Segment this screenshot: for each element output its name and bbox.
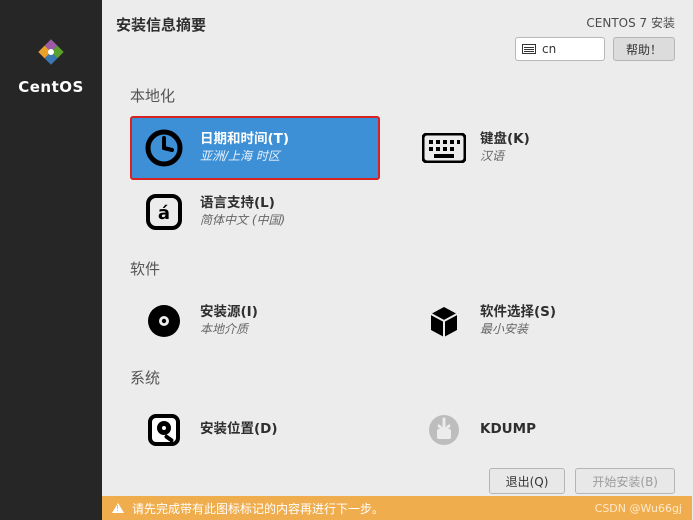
distro-name: CentOS bbox=[18, 78, 84, 96]
spoke-title: 语言支持(L) bbox=[200, 195, 285, 213]
kdump-icon bbox=[422, 408, 466, 452]
clock-icon bbox=[142, 126, 186, 170]
distro-logo: CentOS bbox=[18, 30, 84, 96]
keyboard-icon bbox=[422, 126, 466, 170]
spoke-kdump[interactable]: KDUMP bbox=[410, 398, 660, 462]
topbar: 安装信息摘要 CENTOS 7 安装 cn 帮助！ bbox=[102, 0, 693, 65]
spoke-status: 亚洲/上海 时区 bbox=[200, 149, 289, 165]
spoke-keyboard[interactable]: 键盘(K) 汉语 bbox=[410, 116, 660, 180]
watermark: CSDN @Wu66gj bbox=[595, 502, 682, 515]
spoke-title: KDUMP bbox=[480, 421, 536, 439]
spoke-title: 安装位置(D) bbox=[200, 421, 278, 439]
spoke-software-selection[interactable]: 软件选择(S) 最小安装 bbox=[410, 289, 660, 353]
section-heading-localization: 本地化 bbox=[130, 85, 669, 106]
spoke-install-source[interactable]: 安装源(I) 本地介质 bbox=[130, 289, 380, 353]
warning-bar: 请先完成带有此图标标记的内容再进行下一步。 CSDN @Wu66gj bbox=[102, 496, 692, 520]
page-title: 安装信息摘要 bbox=[116, 14, 206, 35]
spoke-status: 最小安装 bbox=[480, 322, 556, 338]
quit-button[interactable]: 退出(Q) bbox=[489, 468, 566, 494]
section-heading-system: 系统 bbox=[130, 367, 669, 388]
sidebar: CentOS bbox=[0, 0, 102, 520]
begin-install-button[interactable]: 开始安装(B) bbox=[575, 468, 675, 494]
content-area: 本地化 日期和时间(T) 亚洲/上海 时区 键盘(K) bbox=[102, 65, 693, 462]
help-button[interactable]: 帮助！ bbox=[613, 37, 675, 61]
warning-text: 请先完成带有此图标标记的内容再进行下一步。 bbox=[132, 500, 384, 517]
disc-icon bbox=[142, 299, 186, 343]
section-heading-software: 软件 bbox=[130, 258, 669, 279]
keyboard-mini-icon bbox=[522, 44, 536, 54]
keyboard-layout-selector[interactable]: cn bbox=[515, 37, 605, 61]
svg-text:á: á bbox=[158, 203, 170, 224]
spoke-title: 软件选择(S) bbox=[480, 304, 556, 322]
package-icon bbox=[422, 299, 466, 343]
spoke-install-destination[interactable]: 安装位置(D) bbox=[130, 398, 380, 462]
centos-logo-icon bbox=[29, 30, 73, 74]
spoke-language[interactable]: á 语言支持(L) 简体中文 (中国) bbox=[130, 180, 380, 244]
harddisk-icon bbox=[142, 408, 186, 452]
spoke-status: 本地介质 bbox=[200, 322, 258, 338]
spoke-title: 安装源(I) bbox=[200, 304, 258, 322]
warning-icon bbox=[112, 503, 124, 513]
spoke-status: 汉语 bbox=[480, 149, 530, 165]
spoke-datetime[interactable]: 日期和时间(T) 亚洲/上海 时区 bbox=[130, 116, 380, 180]
spoke-title: 日期和时间(T) bbox=[200, 131, 289, 149]
keyboard-layout-code: cn bbox=[542, 42, 556, 56]
spoke-title: 键盘(K) bbox=[480, 131, 530, 149]
spoke-status: 简体中文 (中国) bbox=[200, 213, 285, 229]
distro-label: CENTOS 7 安装 bbox=[586, 14, 675, 31]
language-icon: á bbox=[142, 190, 186, 234]
